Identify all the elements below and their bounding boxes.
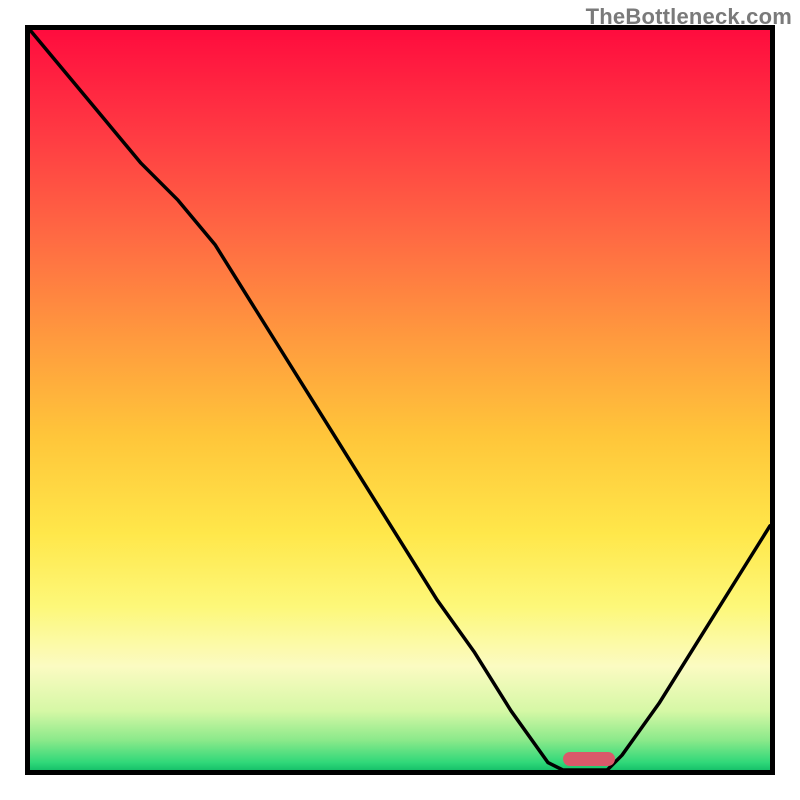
watermark-text: TheBottleneck.com <box>586 4 792 30</box>
bottleneck-chart: TheBottleneck.com <box>0 0 800 800</box>
plot-area <box>25 25 775 775</box>
optimal-range-marker <box>563 752 615 766</box>
bottleneck-curve <box>30 30 770 770</box>
